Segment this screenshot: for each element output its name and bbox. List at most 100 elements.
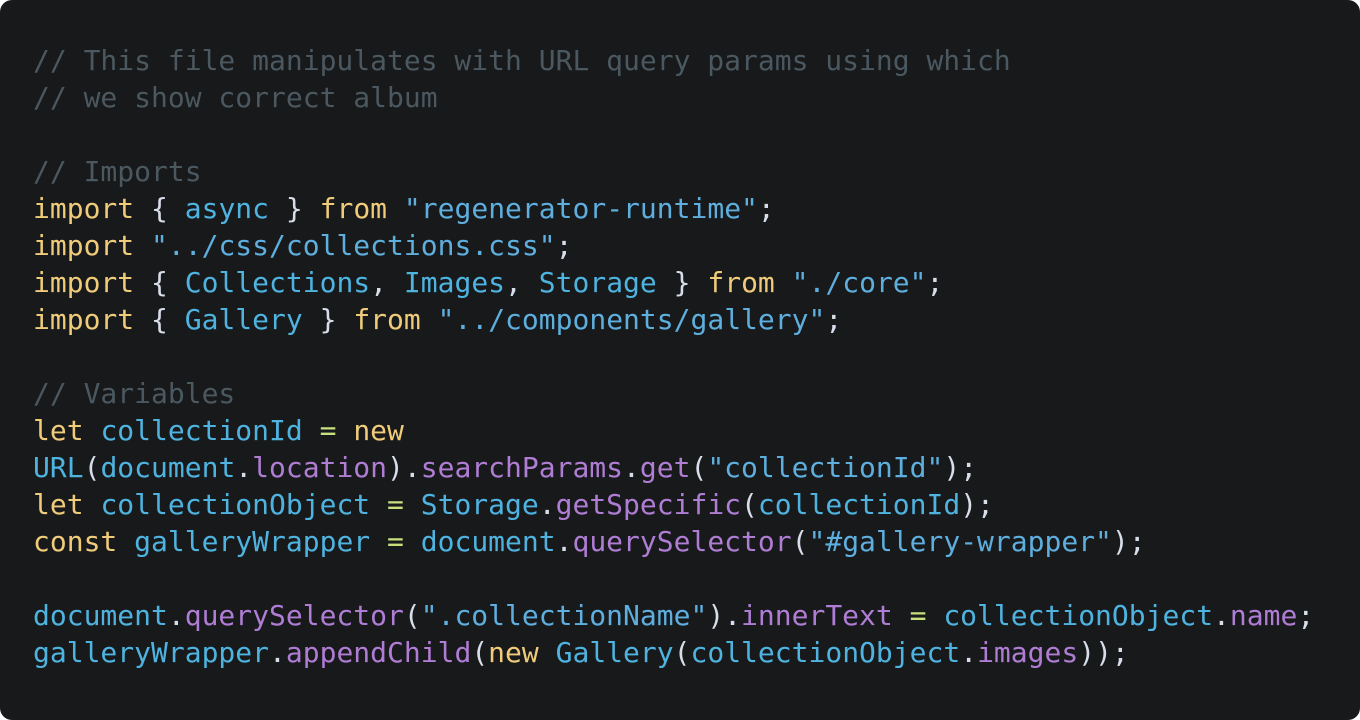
code-punctuation: }	[302, 303, 354, 336]
code-punctuation: (	[83, 451, 101, 484]
code-punctuation: .	[1213, 599, 1230, 632]
code-identifier: Storage	[420, 488, 539, 521]
code-keyword: from	[353, 303, 421, 336]
code-keyword: const	[33, 525, 118, 558]
code-punctuation	[539, 636, 556, 669]
code-comment: // Imports	[33, 155, 202, 188]
code-string: "../css/collections.css"	[151, 229, 556, 262]
code-line[interactable]: // Variables	[33, 375, 1360, 412]
code-punctuation	[893, 599, 910, 632]
code-identifier: document	[420, 525, 556, 558]
code-line[interactable]: import { Collections, Images, Storage } …	[33, 264, 1360, 301]
code-identifier: collectionObject	[100, 488, 371, 521]
code-property: getSpecific	[555, 488, 742, 521]
code-line-blank[interactable]	[33, 338, 1360, 375]
code-string: "collectionId"	[707, 451, 944, 484]
code-string: "#gallery-wrapper"	[808, 525, 1112, 558]
code-identifier: URL	[33, 451, 84, 484]
code-keyword: let	[33, 488, 84, 521]
code-line[interactable]: URL(document.location).searchParams.get(…	[33, 449, 1360, 486]
code-punctuation: ).	[387, 451, 421, 484]
code-identifier: Storage	[538, 266, 657, 299]
code-line[interactable]: let collectionId = new	[33, 412, 1360, 449]
code-punctuation	[303, 414, 320, 447]
code-punctuation: {	[134, 266, 185, 299]
code-property: querySelector	[572, 525, 792, 558]
code-property: searchParams	[420, 451, 624, 484]
code-punctuation: }	[269, 192, 320, 225]
code-punctuation: ,	[370, 266, 404, 299]
code-punctuation: (	[673, 636, 691, 669]
code-punctuation: );	[1111, 525, 1146, 558]
code-punctuation: .	[555, 525, 573, 558]
code-identifier: galleryWrapper	[134, 525, 371, 558]
code-line-blank[interactable]	[33, 560, 1360, 597]
code-punctuation	[404, 488, 421, 521]
code-punctuation: ;	[555, 229, 573, 262]
code-punctuation	[775, 266, 792, 299]
code-punctuation: );	[943, 451, 978, 484]
code-punctuation: }	[656, 266, 708, 299]
code-keyword: from	[707, 266, 775, 299]
code-line[interactable]: // we show correct album	[33, 79, 1360, 116]
code-identifier: document	[100, 451, 236, 484]
code-punctuation: (	[690, 451, 708, 484]
code-punctuation: {	[134, 192, 185, 225]
code-punctuation: (	[791, 525, 809, 558]
code-punctuation: ;	[825, 303, 843, 336]
code-line[interactable]: import { async } from "regenerator-runti…	[33, 190, 1360, 227]
code-operator: =	[319, 414, 337, 447]
code-punctuation	[370, 525, 387, 558]
code-punctuation: ,	[505, 266, 539, 299]
code-identifier: Collections	[184, 266, 371, 299]
code-punctuation: ));	[1078, 636, 1129, 669]
code-property: location	[252, 451, 388, 484]
code-punctuation: .	[623, 451, 640, 484]
code-editor[interactable]: // This file manipulates with URL query …	[0, 0, 1360, 720]
code-identifier: galleryWrapper	[33, 636, 270, 669]
code-punctuation: .	[235, 451, 253, 484]
code-punctuation: ;	[926, 266, 944, 299]
code-identifier: async	[184, 192, 270, 225]
code-identifier: collectionObject	[943, 599, 1214, 632]
code-punctuation	[421, 303, 438, 336]
code-identifier: collectionId	[757, 488, 961, 521]
code-keyword: let	[33, 414, 84, 447]
code-punctuation: (	[403, 599, 421, 632]
code-punctuation	[84, 488, 101, 521]
code-line[interactable]: import { Gallery } from "../components/g…	[33, 301, 1360, 338]
code-body[interactable]: // This file manipulates with URL query …	[33, 42, 1360, 671]
code-string: ".collectionName"	[420, 599, 708, 632]
code-keyword: new	[488, 636, 539, 669]
code-punctuation: .	[960, 636, 978, 669]
code-identifier: Gallery	[555, 636, 674, 669]
code-keyword: import	[33, 303, 135, 336]
code-punctuation: (	[471, 636, 489, 669]
code-property: images	[977, 636, 1079, 669]
code-punctuation: .	[167, 599, 185, 632]
code-line[interactable]: // Imports	[33, 153, 1360, 190]
code-comment: // Variables	[33, 377, 236, 410]
code-line[interactable]: const galleryWrapper = document.querySel…	[33, 523, 1360, 560]
code-operator: =	[387, 525, 404, 558]
code-property: name	[1229, 599, 1298, 632]
code-property: querySelector	[184, 599, 404, 632]
code-identifier: Images	[403, 266, 506, 299]
code-comment: // This file manipulates with URL query …	[33, 44, 1011, 77]
code-punctuation: .	[538, 488, 556, 521]
code-keyword: new	[353, 414, 404, 447]
code-property: get	[639, 451, 691, 484]
code-punctuation: {	[134, 303, 185, 336]
code-punctuation: );	[960, 488, 994, 521]
code-line[interactable]: galleryWrapper.appendChild(new Gallery(c…	[33, 634, 1360, 671]
code-line[interactable]: import "../css/collections.css";	[33, 227, 1360, 264]
code-line[interactable]: let collectionObject = Storage.getSpecif…	[33, 486, 1360, 523]
code-line[interactable]: // This file manipulates with URL query …	[33, 42, 1360, 79]
code-identifier: Gallery	[184, 303, 303, 336]
code-line-blank[interactable]	[33, 116, 1360, 153]
code-string: "../components/gallery"	[437, 303, 826, 336]
code-operator: =	[909, 599, 927, 632]
code-keyword: import	[33, 229, 135, 262]
code-line[interactable]: document.querySelector(".collectionName"…	[33, 597, 1360, 634]
code-keyword: import	[33, 192, 135, 225]
